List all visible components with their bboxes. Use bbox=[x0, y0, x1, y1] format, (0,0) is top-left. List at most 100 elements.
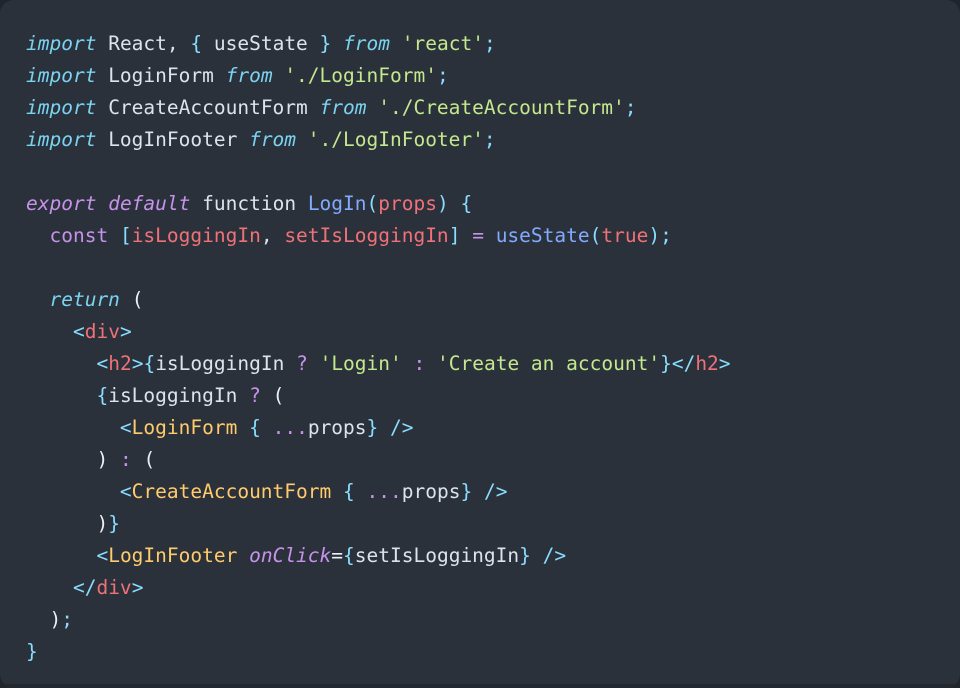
token-white: ( bbox=[132, 288, 144, 311]
token-kw-const: const bbox=[49, 224, 108, 247]
code-line-20[interactable]: } bbox=[0, 636, 960, 668]
token-red: props bbox=[378, 192, 437, 215]
token-tagbracket: /> bbox=[543, 544, 566, 567]
token-plain: isLoggingIn bbox=[108, 384, 237, 407]
token-red: h2 bbox=[695, 352, 718, 375]
token-kw-purple: default bbox=[108, 192, 190, 215]
code-line-3[interactable]: import CreateAccountForm from './CreateA… bbox=[0, 92, 960, 124]
token-plain bbox=[331, 480, 343, 503]
code-line-2[interactable]: import LoginForm from './LoginForm'; bbox=[0, 60, 960, 92]
token-tagbracket: < bbox=[120, 480, 132, 503]
token-brace: } bbox=[460, 480, 472, 503]
token-plain: function bbox=[202, 192, 296, 215]
token-plain bbox=[26, 320, 73, 343]
code-line-18[interactable]: </div> bbox=[0, 572, 960, 604]
token-white: = bbox=[331, 544, 343, 567]
token-component: LogInFooter bbox=[108, 544, 237, 567]
token-tagbracket: > bbox=[132, 352, 144, 375]
token-brace: ) bbox=[648, 224, 660, 247]
token-brace: { bbox=[343, 480, 355, 503]
token-brace: } bbox=[519, 544, 531, 567]
token-plain bbox=[26, 480, 120, 503]
token-brace: } bbox=[320, 32, 332, 55]
token-string: 'react' bbox=[402, 32, 484, 55]
token-tagbracket: </ bbox=[672, 352, 695, 375]
token-brace: [ bbox=[120, 224, 132, 247]
code-line-17[interactable]: <LogInFooter onClick={setIsLoggingIn} /> bbox=[0, 540, 960, 572]
code-editor-surface: import React, { useState } from 'react';… bbox=[0, 0, 960, 688]
code-line-6[interactable]: export default function LogIn(props) { bbox=[0, 188, 960, 220]
token-brace: { bbox=[143, 352, 155, 375]
token-plain bbox=[402, 352, 414, 375]
code-line-5[interactable] bbox=[0, 156, 960, 188]
code-line-16[interactable]: )} bbox=[0, 508, 960, 540]
token-brace: ) bbox=[437, 192, 449, 215]
token-red: true bbox=[601, 224, 648, 247]
token-semi: ; bbox=[484, 32, 496, 55]
token-red: h2 bbox=[108, 352, 131, 375]
token-op-purple: ... bbox=[273, 416, 308, 439]
token-brace: ( bbox=[367, 192, 379, 215]
token-plain bbox=[26, 544, 96, 567]
code-line-9[interactable]: return ( bbox=[0, 284, 960, 316]
token-brace: } bbox=[108, 512, 120, 535]
code-line-10[interactable]: <div> bbox=[0, 316, 960, 348]
token-brace: { bbox=[343, 544, 355, 567]
code-line-1[interactable]: import React, { useState } from 'react'; bbox=[0, 28, 960, 60]
token-plain bbox=[96, 32, 108, 55]
token-plain bbox=[190, 192, 202, 215]
token-kw-import: from bbox=[343, 32, 390, 55]
code-line-13[interactable]: <LoginForm { ...props} /> bbox=[0, 412, 960, 444]
token-plain bbox=[378, 416, 390, 439]
code-line-19[interactable]: ); bbox=[0, 604, 960, 636]
token-kw-import: from bbox=[226, 64, 273, 87]
token-white: ( bbox=[143, 448, 155, 471]
code-line-15[interactable]: <CreateAccountForm { ...props} /> bbox=[0, 476, 960, 508]
token-component: LoginForm bbox=[132, 416, 238, 439]
code-line-12[interactable]: {isLoggingIn ? ( bbox=[0, 380, 960, 412]
token-plain bbox=[237, 416, 249, 439]
token-white: ) bbox=[49, 608, 61, 631]
token-kw-import: from bbox=[320, 96, 367, 119]
token-plain: , bbox=[167, 32, 190, 55]
token-string: 'Login' bbox=[320, 352, 402, 375]
token-plain bbox=[108, 448, 120, 471]
code-line-11[interactable]: <h2>{isLoggingIn ? 'Login' : 'Create an … bbox=[0, 348, 960, 380]
token-plain: props bbox=[402, 480, 461, 503]
code-line-14[interactable]: ) : ( bbox=[0, 444, 960, 476]
token-plain bbox=[132, 448, 144, 471]
token-plain bbox=[284, 352, 296, 375]
token-kw-import: import bbox=[26, 128, 96, 151]
token-red: div bbox=[96, 576, 131, 599]
token-kw-import: import bbox=[26, 96, 96, 119]
token-plain: , bbox=[261, 224, 284, 247]
token-plain: props bbox=[308, 416, 367, 439]
token-semi: ; bbox=[437, 64, 449, 87]
token-tagbracket: /> bbox=[484, 480, 507, 503]
token-kw-import: from bbox=[249, 128, 296, 151]
token-op-purple: ... bbox=[367, 480, 402, 503]
token-brace: { bbox=[249, 416, 261, 439]
token-tagbracket: /> bbox=[390, 416, 413, 439]
token-string: './CreateAccountForm' bbox=[378, 96, 625, 119]
code-block[interactable]: import React, { useState } from 'react';… bbox=[0, 28, 960, 668]
token-plain bbox=[26, 416, 120, 439]
token-plain bbox=[390, 32, 402, 55]
token-tagbracket: < bbox=[73, 320, 85, 343]
code-line-8[interactable] bbox=[0, 252, 960, 284]
token-semi: ; bbox=[61, 608, 73, 631]
token-plain bbox=[296, 192, 308, 215]
token-op-purple: : bbox=[414, 352, 426, 375]
token-white: ) bbox=[96, 512, 108, 535]
token-tagbracket: > bbox=[120, 320, 132, 343]
token-plain: setIsLoggingIn bbox=[355, 544, 519, 567]
token-white: ( bbox=[273, 384, 285, 407]
token-plain bbox=[26, 448, 96, 471]
token-tagbracket: > bbox=[719, 352, 731, 375]
token-brace: { bbox=[460, 192, 472, 215]
token-op-purple: = bbox=[472, 224, 484, 247]
code-line-4[interactable]: import LogInFooter from './LogInFooter'; bbox=[0, 124, 960, 156]
horizontal-scrollbar-track[interactable] bbox=[0, 684, 960, 688]
code-line-7[interactable]: const [isLoggingIn, setIsLoggingIn] = us… bbox=[0, 220, 960, 252]
token-brace: { bbox=[96, 384, 108, 407]
